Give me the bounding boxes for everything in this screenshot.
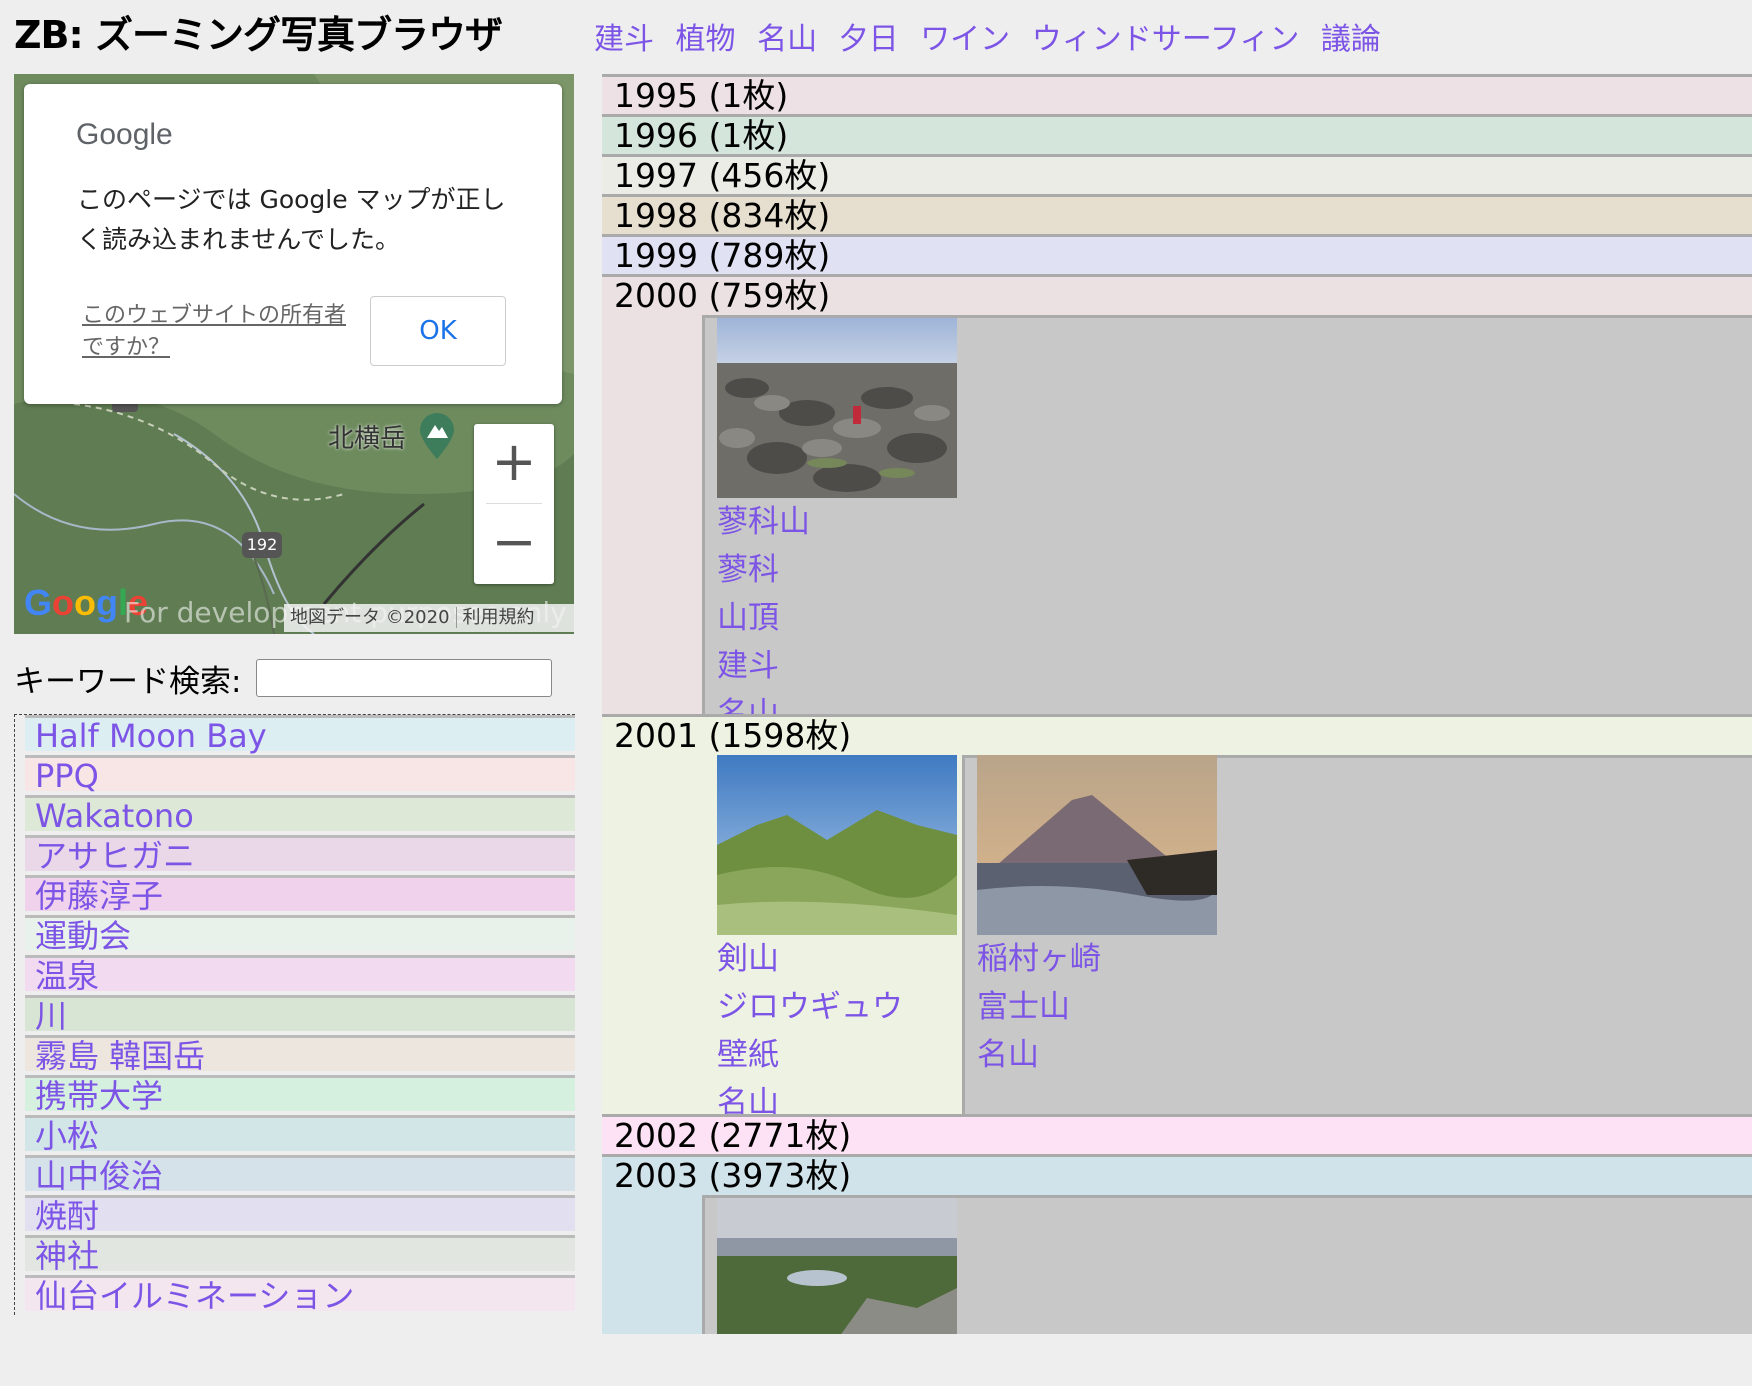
photo-tags: 稲村ヶ崎 富士山 名山 [977,935,1101,1079]
mt-fuji-sunset-photo[interactable] [977,755,1217,935]
zoom-in-button[interactable]: + [474,424,554,504]
tag-link[interactable]: 富士山 [977,983,1101,1031]
year-row-1996[interactable]: 1996 (1枚) [602,114,1752,155]
peak-label: 北横岳 [328,424,407,454]
year-row-1997[interactable]: 1997 (456枚) [602,154,1752,195]
owner-link[interactable]: このウェブサイトの所有者ですか？ [82,300,362,364]
keyword-list-item[interactable]: 焼酎 [25,1195,575,1234]
keyword-list-item[interactable]: PPQ [25,755,575,794]
tag-link[interactable]: 名山 [977,1031,1101,1079]
google-map[interactable]: 北横岳 192 + − Google For development purpo… [14,74,574,634]
keyword-list-item[interactable]: Half Moon Bay [25,715,575,754]
nav-link-windsurfing[interactable]: ウィンドサーフィン [1032,22,1300,57]
tag-link[interactable]: 建斗 [717,642,810,690]
keyword-list-item[interactable]: 小松 [25,1115,575,1154]
year-label: 1995 (1枚) [614,76,789,115]
tag-link[interactable]: ジロウギュウ [717,983,903,1031]
map-data-credit: 地図データ ©2020 [290,607,450,628]
nav-link-famous-mountains[interactable]: 名山 [757,22,817,57]
year-label: 1998 (834枚) [614,196,831,235]
keyword-list-item[interactable]: 運動会 [25,915,575,954]
keyword-list-item[interactable]: 霧島 韓国岳 [25,1035,575,1074]
year-label: 2001 (1598枚) [614,716,852,755]
year-row-2002[interactable]: 2002 (2771枚) [602,1114,1752,1155]
photo-tags: 蓼科山 蓼科 山頂 建斗 名山 [717,498,810,738]
rocky-summit-photo[interactable] [717,318,957,498]
year-label: 1997 (456枚) [614,156,831,195]
keyword-list-item[interactable]: Wakatono [25,795,575,834]
keyword-list-item[interactable]: 携帯大学 [25,1075,575,1114]
year-row-1995[interactable]: 1995 (1枚) [602,74,1752,115]
year-row-1998[interactable]: 1998 (834枚) [602,194,1752,235]
nav-link-wine[interactable]: ワイン [920,22,1010,57]
keyword-list-item[interactable]: アサヒガニ [25,835,575,874]
keyword-list[interactable]: Half Moon Bay PPQ Wakatono アサヒガニ 伊藤淳子 運動会 温泉川霧… [14,714,575,1315]
green-ridge-photo[interactable] [717,755,957,935]
top-keyword-nav: 建斗 植物 名山 夕日 ワイン ウィンドサーフィン 議論 [594,14,1393,58]
zoom-out-button[interactable]: − [474,504,554,584]
dialog-message: このページでは Google マップが正しく読み込まれませんでした。 [77,185,506,254]
keyword-list-item[interactable]: 仙台イルミネーション [25,1275,575,1314]
year-label: 1996 (1枚) [614,116,789,155]
year-row-2000[interactable]: 2000 (759枚) 蓼科山 蓼科 山頂 建斗 名山 [602,274,1752,732]
keyword-list-item[interactable]: 神社 [25,1235,575,1274]
map-attribution: 地図データ ©2020 利用規約 [284,604,574,632]
dialog-google-logo: Google [76,118,173,151]
keyword-list-item[interactable]: 伊藤淳子 [25,875,575,914]
nav-link-plants[interactable]: 植物 [676,22,736,57]
page-title: ZB: ズーミング写真ブラウザ [14,13,503,57]
terms-link[interactable]: 利用規約 [455,607,541,628]
keyword-list-item[interactable]: 山中俊治 [25,1155,575,1194]
tag-link[interactable]: 山頂 [717,594,810,642]
year-timeline[interactable]: 1995 (1枚) 1996 (1枚) 1997 (456枚) 1998 (83… [602,74,1752,1334]
nav-link-discussion[interactable]: 議論 [1321,22,1381,57]
year-row-1999[interactable]: 1999 (789枚) [602,234,1752,275]
keyword-search-label: キーワード検索: [14,664,242,700]
nav-link-kento[interactable]: 建斗 [594,22,654,57]
tag-link[interactable]: 蓼科 [717,546,810,594]
year-label: 2003 (3973枚) [614,1156,852,1195]
nav-link-sunset[interactable]: 夕日 [839,22,899,57]
year-photo-area: 蓼科山 蓼科 山頂 建斗 名山 [702,315,1752,732]
year-row-2001[interactable]: 2001 (1598枚) 剣山 ジロウギュウ 壁紙 名山 稲村ヶ崎 富士山 名山 [602,714,1752,1121]
year-label: 2000 (759枚) [614,276,831,315]
keyword-list-item[interactable]: 温泉 [25,955,575,994]
keyword-list-item[interactable]: 川 [25,995,575,1034]
tag-link[interactable]: 蓼科山 [717,498,810,546]
photo-tags: 剣山 ジロウギュウ 壁紙 名山 [717,935,903,1127]
tag-link[interactable]: 壁紙 [717,1031,903,1079]
year-photo-area [702,1195,1752,1334]
mountain-pin-icon [420,413,454,459]
road-number-badge: 192 [242,532,282,558]
year-row-2003[interactable]: 2003 (3973枚) [602,1154,1752,1334]
year-label: 1999 (789枚) [614,236,831,275]
year-label: 2002 (2771枚) [614,1116,852,1155]
keyword-search-input[interactable] [256,659,552,697]
dialog-ok-button[interactable]: OK [370,296,506,366]
tag-link[interactable]: 剣山 [717,935,903,983]
zoom-control: + − [474,424,554,584]
crater-lake-photo[interactable] [717,1198,957,1334]
tag-link[interactable]: 稲村ヶ崎 [977,935,1101,983]
map-error-dialog: Google このページでは Google マップが正しく読み込まれませんでした… [24,84,562,404]
